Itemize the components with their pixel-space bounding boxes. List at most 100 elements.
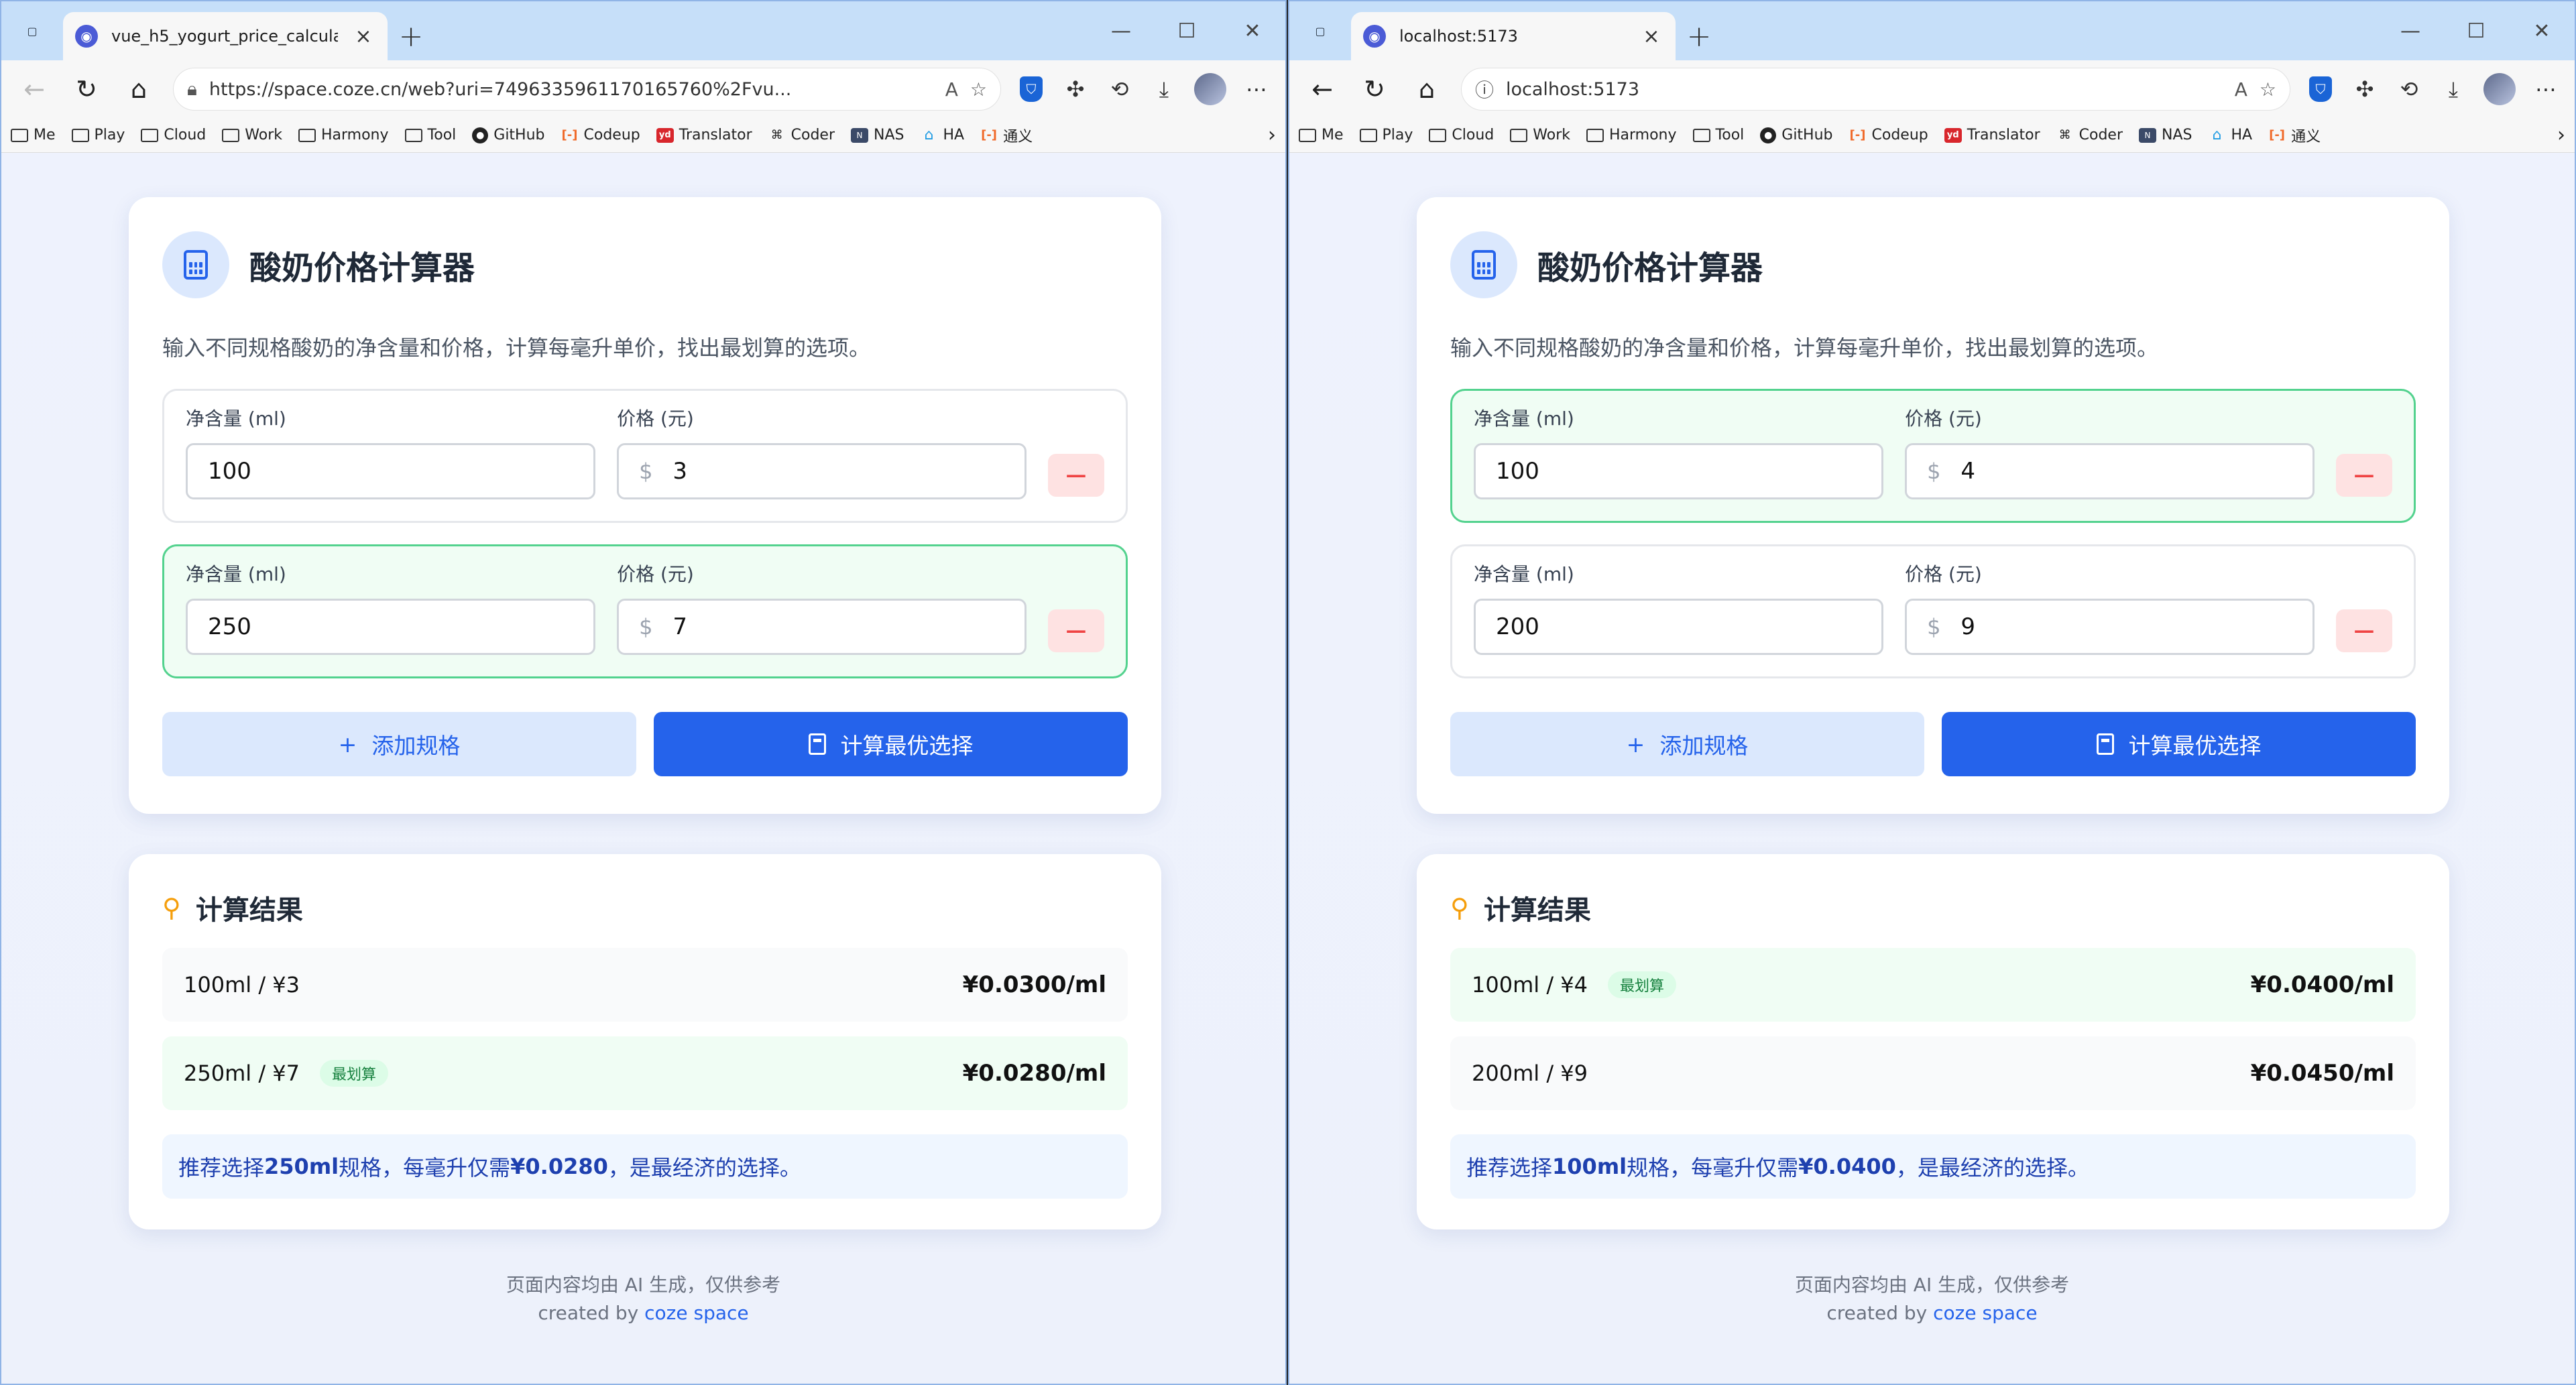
close-tab-icon[interactable]: × <box>351 25 375 48</box>
profile-avatar[interactable] <box>2483 73 2516 105</box>
remove-spec-button[interactable]: − <box>2336 609 2392 652</box>
calculate-button[interactable]: 计算最优选择 <box>654 712 1128 776</box>
favorite-star-icon[interactable]: ☆ <box>970 78 987 101</box>
volume-input[interactable]: 100 <box>186 443 596 499</box>
close-window-button[interactable]: ✕ <box>1220 1 1285 60</box>
footer-brand-link[interactable]: coze space <box>1933 1302 2038 1324</box>
bookmark-item[interactable]: Play <box>1359 127 1413 143</box>
rec-prefix: 推荐选择 <box>1466 1155 1553 1181</box>
bookmark-item[interactable]: Cloud <box>1429 127 1494 143</box>
bookmark-item[interactable]: Tool <box>404 127 456 143</box>
bookmark-item[interactable]: ⌘ Coder <box>768 127 835 143</box>
bookmark-item[interactable]: Cloud <box>141 127 206 143</box>
bookmark-item[interactable]: Harmony <box>298 127 389 143</box>
price-input[interactable]: $7 <box>617 599 1027 655</box>
close-window-button[interactable]: ✕ <box>2509 1 2575 60</box>
bookmark-item[interactable]: [-] 通义 <box>2268 125 2321 146</box>
bookmark-item[interactable]: ⌂ HA <box>2208 127 2253 143</box>
downloads-icon[interactable]: ⤓ <box>2433 68 2474 110</box>
rec-spec: 250ml <box>264 1154 339 1179</box>
tab-actions-icon[interactable]: ▢ <box>1289 1 1351 60</box>
read-aloud-icon[interactable]: A <box>2235 78 2247 101</box>
volume-input[interactable]: 100 <box>1474 443 1884 499</box>
volume-input[interactable]: 250 <box>186 599 596 655</box>
bookmark-item[interactable]: yd Translator <box>1944 127 2040 143</box>
tab-actions-icon[interactable]: ▢ <box>1 1 63 60</box>
maximize-button[interactable]: ☐ <box>1154 1 1220 60</box>
bitwarden-extension-icon[interactable]: ⛉ <box>1010 68 1052 110</box>
bookmark-item[interactable]: Work <box>1510 127 1570 143</box>
add-spec-button[interactable]: + 添加规格 <box>1450 712 1924 776</box>
bookmark-item[interactable]: Me <box>11 127 56 143</box>
remove-spec-button[interactable]: − <box>1048 609 1104 652</box>
info-icon[interactable]: ⓘ <box>1475 76 1494 103</box>
bookmark-item[interactable]: [-] Codeup <box>561 127 640 143</box>
bookmark-item[interactable]: ● GitHub <box>1760 127 1833 143</box>
folder-icon <box>298 128 316 142</box>
tab-title: vue_h5_yogurt_price_calculator <box>111 27 338 46</box>
bookmark-label: Work <box>1533 127 1570 143</box>
bookmark-item[interactable]: yd Translator <box>656 127 752 143</box>
calculate-button[interactable]: 计算最优选择 <box>1942 712 2416 776</box>
volume-label: 净含量 (ml) <box>186 408 286 430</box>
footer-brand-link[interactable]: coze space <box>644 1302 749 1324</box>
address-bar[interactable]: 🔒︎ https://space.coze.cn/web?uri=7496335… <box>173 68 1001 111</box>
bookmark-item[interactable]: [-] Codeup <box>1849 127 1928 143</box>
bookmark-item[interactable]: Play <box>71 127 125 143</box>
volume-input[interactable]: 200 <box>1474 599 1884 655</box>
bookmark-item[interactable]: [-] 通义 <box>980 125 1033 146</box>
bookmark-item[interactable]: ⌂ HA <box>920 127 965 143</box>
downloads-icon[interactable]: ⤓ <box>1143 68 1185 110</box>
minimize-button[interactable]: — <box>2378 1 2443 60</box>
bookmark-item[interactable]: Harmony <box>1586 127 1677 143</box>
refresh-button[interactable]: ↻ <box>1350 66 1399 113</box>
home-button[interactable]: ⌂ <box>1402 66 1452 113</box>
browser-tab[interactable]: ◉ localhost:5173 × <box>1351 12 1676 60</box>
browser-tab[interactable]: ◉ vue_h5_yogurt_price_calculator × <box>63 12 388 60</box>
lock-icon[interactable]: 🔒︎ <box>187 78 197 101</box>
price-input[interactable]: $9 <box>1905 599 2315 655</box>
calculator-icon <box>1450 231 1517 298</box>
new-tab-button[interactable]: + <box>1676 12 1722 60</box>
more-menu-icon[interactable]: ⋯ <box>1236 68 1277 110</box>
remove-spec-button[interactable]: − <box>2336 454 2392 497</box>
profile-avatar[interactable] <box>1194 73 1226 105</box>
extensions-icon[interactable]: ✣ <box>2344 68 2386 110</box>
bookmark-item[interactable]: Work <box>222 127 282 143</box>
plus-icon: + <box>1626 731 1645 758</box>
home-button[interactable]: ⌂ <box>114 66 164 113</box>
bitwarden-extension-icon[interactable]: ⛉ <box>2300 68 2341 110</box>
refresh-button[interactable]: ↻ <box>62 66 111 113</box>
history-icon[interactable]: ⟲ <box>1099 68 1140 110</box>
spec-row: 净含量 (ml) 100 价格 (元) $4− <box>1450 389 2416 523</box>
more-menu-icon[interactable]: ⋯ <box>2525 68 2567 110</box>
new-tab-button[interactable]: + <box>388 12 434 60</box>
bookmark-item[interactable]: ⌘ Coder <box>2056 127 2123 143</box>
close-tab-icon[interactable]: × <box>1639 25 1663 48</box>
remove-spec-button[interactable]: − <box>1048 454 1104 497</box>
minimize-button[interactable]: — <box>1088 1 1154 60</box>
page-title: 酸奶价格计算器 <box>249 249 475 287</box>
history-icon[interactable]: ⟲ <box>2388 68 2430 110</box>
favorite-star-icon[interactable]: ☆ <box>2260 78 2276 101</box>
address-bar[interactable]: ⓘ localhost:5173 A ☆ <box>1461 68 2290 111</box>
bookmark-label: NAS <box>2162 127 2192 143</box>
bookmark-item[interactable]: ● GitHub <box>472 127 545 143</box>
price-input[interactable]: $4 <box>1905 443 2315 499</box>
add-spec-button[interactable]: + 添加规格 <box>162 712 636 776</box>
chevron-right-icon[interactable]: › <box>2557 123 2565 147</box>
bookmark-item[interactable]: N NAS <box>851 127 904 143</box>
bookmark-item[interactable]: N NAS <box>2139 127 2192 143</box>
back-button[interactable]: ← <box>1297 66 1347 113</box>
back-button[interactable]: ← <box>9 66 59 113</box>
price-input[interactable]: $3 <box>617 443 1027 499</box>
extensions-icon[interactable]: ✣ <box>1055 68 1096 110</box>
maximize-button[interactable]: ☐ <box>2443 1 2509 60</box>
bookmark-label: Me <box>1322 127 1344 143</box>
bookmark-item[interactable]: Tool <box>1692 127 1744 143</box>
bookmark-item[interactable]: Me <box>1299 127 1344 143</box>
plus-icon: + <box>338 731 357 758</box>
chevron-right-icon[interactable]: › <box>1268 123 1276 147</box>
tab-bar: ▢ ◉ localhost:5173 × + — ☐ ✕ <box>1289 1 2575 60</box>
read-aloud-icon[interactable]: A <box>945 78 958 101</box>
